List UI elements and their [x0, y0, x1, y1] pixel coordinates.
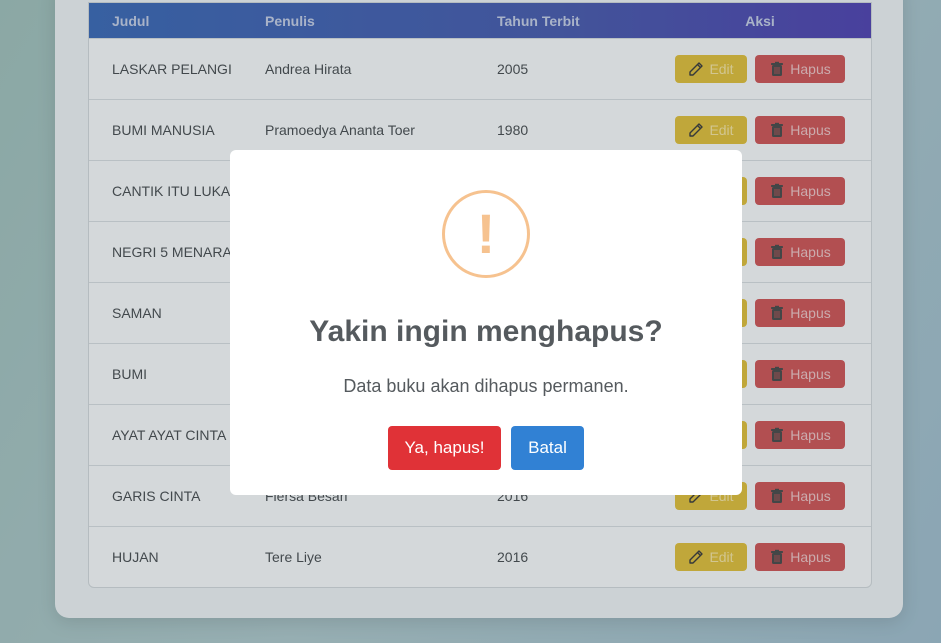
warning-glyph: !	[476, 202, 496, 265]
confirm-delete-button[interactable]: Ya, hapus!	[388, 426, 501, 470]
confirm-delete-dialog: ! Yakin ingin menghapus? Data buku akan …	[230, 150, 742, 495]
warning-icon: !	[442, 190, 530, 278]
dialog-message: Data buku akan dihapus permanen.	[343, 376, 629, 396]
dialog-title: Yakin ingin menghapus?	[309, 315, 663, 348]
cancel-button[interactable]: Batal	[511, 426, 584, 470]
dialog-actions: Ya, hapus! Batal	[230, 426, 742, 470]
